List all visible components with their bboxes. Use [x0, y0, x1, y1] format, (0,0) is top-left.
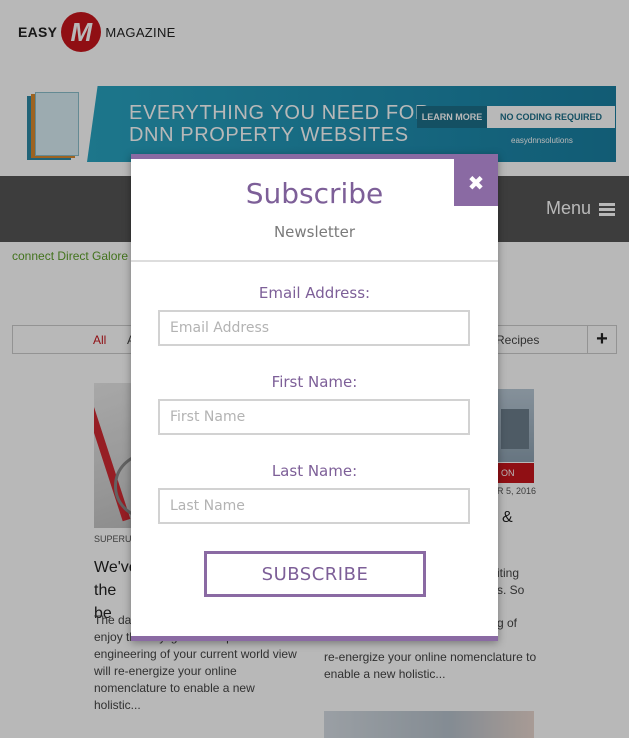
first-name-label: First Name: — [271, 373, 358, 391]
email-field[interactable] — [158, 310, 470, 346]
last-name-field[interactable] — [158, 488, 470, 524]
email-label: Email Address: — [258, 284, 371, 302]
modal-divider — [131, 260, 498, 262]
subscribe-button[interactable]: SUBSCRIBE — [204, 551, 426, 597]
modal-subtitle: Newsletter — [273, 223, 356, 241]
subscribe-modal: ✖ Subscribe Newsletter Email Address: Fi… — [131, 154, 498, 641]
page: EASY M MAGAZINE EVERYTHING YOU NEED FOR … — [0, 0, 629, 738]
last-name-label: Last Name: — [271, 462, 358, 480]
first-name-field[interactable] — [158, 399, 470, 435]
modal-title: Subscribe — [245, 177, 384, 210]
